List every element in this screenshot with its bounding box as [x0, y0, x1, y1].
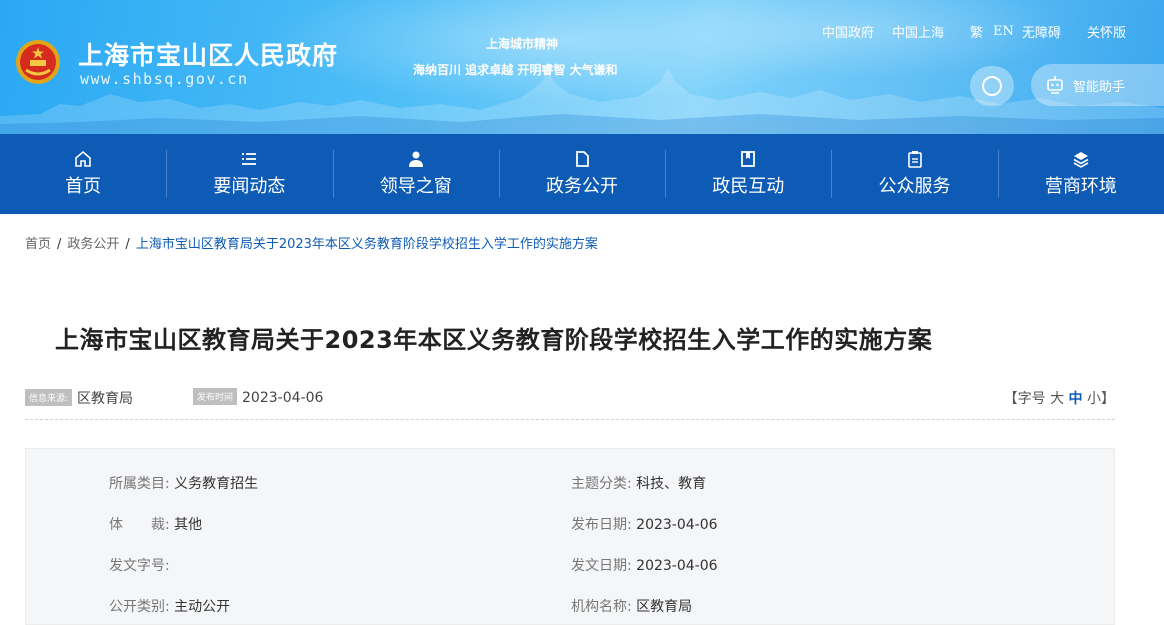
font-size-switcher: 【字号 大 中 小】: [1004, 388, 1115, 408]
nav-label: 领导之窗: [379, 176, 452, 197]
site-url: www.shbsq.gov.cn: [80, 70, 249, 88]
info-cell: 机构名称: 区教育局: [571, 596, 692, 616]
info-cell: 体 裁: 其他: [109, 514, 202, 534]
article-meta: 信息来源: 区教育局 发布时间 2023-04-06 【字号 大 中 小】: [25, 384, 1115, 420]
nav-label: 营商环境: [1044, 176, 1117, 197]
info-row: 所属类目: 义务教育招生 主题分类: 科技、教育: [26, 473, 1114, 493]
info-value: 2023-04-06: [636, 517, 718, 533]
site-name[interactable]: 上海市宝山区人民政府: [78, 36, 338, 72]
breadcrumb-gov-affairs[interactable]: 政务公开: [67, 237, 119, 252]
nav-label: 首页: [65, 176, 102, 197]
info-value: 2023-04-06: [636, 558, 718, 574]
breadcrumb: 首页 / 政务公开 / 上海市宝山区教育局关于2023年本区义务教育阶段学校招生入学工作…: [25, 233, 598, 252]
site-header: 上海市宝山区人民政府 www.shbsq.gov.cn 上海城市精神 海纳百川 …: [0, 0, 1164, 134]
info-row: 体 裁: 其他 发布日期: 2023-04-06: [26, 514, 1114, 534]
clipboard-icon: [907, 151, 922, 168]
info-value: 区教育局: [636, 599, 693, 615]
nav-item-gov-affairs[interactable]: 政务公开: [498, 134, 665, 214]
nav-item-business[interactable]: 营商环境: [997, 134, 1164, 214]
info-row: 发文字号: 发文日期: 2023-04-06: [26, 555, 1114, 575]
document-info-table: 所属类目: 义务教育招生 主题分类: 科技、教育 体 裁: 其他 发布日期: 2…: [25, 448, 1115, 625]
home-icon: [75, 150, 91, 167]
nav-label: 政务公开: [545, 176, 618, 197]
breadcrumb-separator: /: [125, 237, 130, 252]
font-size-medium[interactable]: 中: [1069, 391, 1083, 407]
nav-item-news[interactable]: 要闻动态: [166, 134, 332, 214]
smart-assistant-label: 智能助手: [1073, 79, 1126, 95]
article-title: 上海市宝山区教育局关于2023年本区义务教育阶段学校招生入学工作的实施方案: [55, 326, 933, 354]
nav-label: 要闻动态: [213, 176, 286, 197]
search-button[interactable]: [970, 66, 1014, 106]
info-cell: 发文字号:: [109, 555, 170, 575]
nav-item-interaction[interactable]: 政民互动: [665, 134, 831, 214]
breadcrumb-current[interactable]: 上海市宝山区教育局关于2023年本区义务教育阶段学校招生入学工作的实施方案: [136, 237, 598, 252]
info-cell: 发文日期: 2023-04-06: [571, 555, 718, 575]
nav-label: 公众服务: [878, 176, 951, 197]
person-icon: [408, 151, 423, 167]
info-label: 所属类目:: [109, 476, 170, 492]
publish-time: 发布时间 2023-04-06: [193, 388, 323, 406]
info-label: 发文字号:: [109, 558, 170, 574]
info-label: 体 裁:: [109, 517, 170, 533]
smart-assistant-button[interactable]: 智能助手: [1031, 64, 1164, 106]
link-china-gov[interactable]: 中国政府: [822, 22, 874, 41]
city-spirit-text: 海纳百川 追求卓越 开明睿智 大气谦和: [413, 63, 618, 77]
nav-item-leaders[interactable]: 领导之窗: [332, 134, 499, 214]
info-cell: 公开类别: 主动公开: [109, 596, 230, 616]
national-emblem-logo: [16, 40, 60, 84]
nav-item-home[interactable]: 首页: [0, 134, 166, 214]
info-value: 其他: [174, 517, 203, 533]
breadcrumb-home[interactable]: 首页: [25, 237, 51, 252]
link-accessibility[interactable]: 无障碍: [1022, 22, 1061, 41]
font-size-suffix: 】: [1101, 391, 1115, 407]
info-cell: 所属类目: 义务教育招生: [109, 473, 258, 493]
robot-icon: [1047, 76, 1063, 94]
info-label: 主题分类:: [571, 476, 632, 492]
info-row: 公开类别: 主动公开 机构名称: 区教育局: [26, 596, 1114, 616]
link-china-shanghai[interactable]: 中国上海: [892, 22, 944, 41]
font-size-small[interactable]: 小: [1087, 391, 1101, 407]
document-icon: [576, 151, 589, 167]
link-care-mode[interactable]: 关怀版: [1087, 22, 1126, 41]
layers-icon: [1073, 152, 1089, 168]
info-label: 机构名称:: [571, 599, 632, 615]
search-icon: [982, 76, 1002, 96]
date-tag: 发布时间: [193, 388, 238, 405]
bookmark-icon: [741, 151, 756, 167]
breadcrumb-separator: /: [57, 237, 62, 252]
city-spirit-title: 上海城市精神: [486, 37, 559, 51]
info-value: 义务教育招生: [174, 476, 259, 492]
date-value: 2023-04-06: [242, 390, 324, 406]
link-traditional-chinese[interactable]: 繁: [970, 22, 983, 41]
info-cell: 发布日期: 2023-04-06: [571, 514, 718, 534]
link-english[interactable]: EN: [993, 24, 1014, 39]
info-label: 发布日期:: [571, 517, 632, 533]
list-icon: [242, 153, 257, 165]
info-label: 发文日期:: [571, 558, 632, 574]
top-links: 中国政府 中国上海 繁 EN 无障碍 关怀版: [822, 22, 1126, 41]
info-label: 公开类别:: [109, 599, 170, 615]
source-tag: 信息来源:: [25, 389, 73, 406]
info-source: 信息来源: 区教育局: [25, 388, 133, 408]
nav-label: 政民互动: [712, 176, 785, 197]
nav-item-public-service[interactable]: 公众服务: [831, 134, 997, 214]
font-size-prefix: 【字号: [1003, 391, 1051, 407]
info-value: 主动公开: [174, 599, 231, 615]
font-size-large[interactable]: 大: [1050, 391, 1064, 407]
source-value: 区教育局: [77, 391, 134, 407]
main-nav: 首页 要闻动态 领导之窗 政务公开 政民互动 公众服务 营商环境: [0, 134, 1164, 214]
info-value: 科技、教育: [636, 476, 707, 492]
info-cell: 主题分类: 科技、教育: [571, 473, 706, 493]
